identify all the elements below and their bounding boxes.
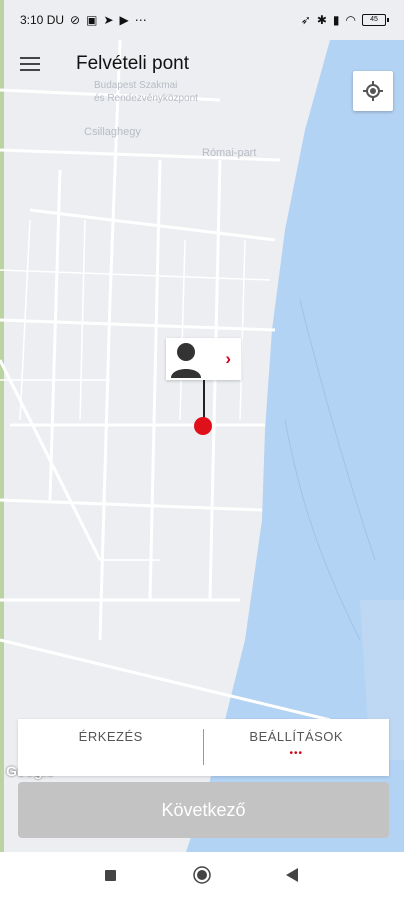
menu-icon[interactable] xyxy=(18,52,44,76)
status-time: 3:10 DU xyxy=(20,13,65,27)
telegram-icon: ➤ xyxy=(103,13,114,27)
back-icon[interactable] xyxy=(286,868,298,882)
bluetooth-icon: ✱ xyxy=(316,13,327,27)
tab-settings-label: BEÁLLÍTÁSOK xyxy=(249,729,344,744)
page-title: Felvételi pont xyxy=(76,53,190,74)
battery-icon: 45 xyxy=(362,14,389,26)
crosshair-icon xyxy=(363,81,383,101)
chevron-right-icon: › xyxy=(225,349,231,368)
map-area-label: Római-part xyxy=(202,147,256,159)
pin-stem xyxy=(203,380,205,420)
top-bar: Felvételi pont xyxy=(0,44,404,88)
home-icon[interactable] xyxy=(193,866,211,884)
youtube-icon: ▶ xyxy=(119,13,129,27)
next-button[interactable]: Következő xyxy=(18,782,389,838)
status-bar: 3:10 DU ⊘ ▣ ➤ ▶ ⋯ ➶ ✱ ▮ ◠ 45 xyxy=(0,0,404,40)
recent-apps-icon[interactable] xyxy=(105,870,116,881)
more-dots-icon: ⋯ xyxy=(134,13,147,27)
pickup-location-dot xyxy=(194,417,212,435)
signal-icon: ▮ xyxy=(332,13,340,27)
pickup-pin-card[interactable]: › xyxy=(166,338,241,380)
my-location-button[interactable] xyxy=(353,71,393,111)
location-icon: ➶ xyxy=(300,13,311,27)
sim-icon: ▣ xyxy=(86,13,98,27)
more-dots-icon: ••• xyxy=(289,748,303,759)
alarm-off-icon: ⊘ xyxy=(70,13,81,27)
map-area-label: és Rendezvényközpont xyxy=(94,93,198,104)
bottom-tabs: ÉRKEZÉS BEÁLLÍTÁSOK ••• xyxy=(18,719,389,776)
person-icon xyxy=(166,338,206,380)
system-nav-bar xyxy=(0,852,404,900)
tab-arrival[interactable]: ÉRKEZÉS xyxy=(18,719,204,776)
map-area-label: Csillaghegy xyxy=(84,126,141,138)
tab-settings[interactable]: BEÁLLÍTÁSOK ••• xyxy=(204,719,390,776)
wifi-icon: ◠ xyxy=(345,13,356,27)
tab-arrival-label: ÉRKEZÉS xyxy=(78,729,143,744)
